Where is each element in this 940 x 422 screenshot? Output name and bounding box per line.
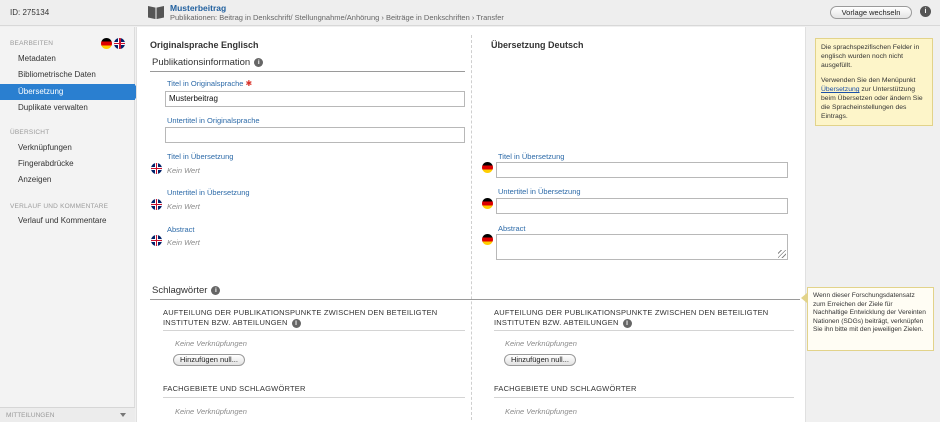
record-id: ID: 275134 xyxy=(10,8,50,17)
chevron-down-icon xyxy=(120,413,126,417)
allocation-heading-line2-text: INSTITUTEN BZW. ABTEILUNGEN xyxy=(163,318,288,327)
subtitle-translation-no-value: Kein Wert xyxy=(167,202,200,211)
sidebar-item-manage-duplicates[interactable]: Duplikate verwalten xyxy=(0,100,135,116)
abstract-translation-textarea[interactable] xyxy=(496,234,788,260)
sidebar-item-translation[interactable]: Übersetzung xyxy=(0,84,142,100)
right-column-title: Übersetzung Deutsch xyxy=(491,40,584,50)
add-allocation-button-right[interactable]: Hinzufügen null... xyxy=(504,354,576,366)
abstract-no-value: Kein Wert xyxy=(167,238,200,247)
sidebar: BEARBEITEN Metadaten Bibliometrische Dat… xyxy=(0,27,142,422)
messages-label: MITTEILUNGEN xyxy=(6,412,55,419)
title-translation-no-value: Kein Wert xyxy=(167,166,200,175)
resize-handle-icon[interactable] xyxy=(778,250,786,258)
sidebar-heading-overview: ÜBERSICHT xyxy=(10,129,50,136)
de-flag-icon xyxy=(482,234,493,245)
section-divider xyxy=(150,299,800,300)
book-icon xyxy=(147,4,165,20)
allocation-no-links-left: Keine Verknüpfungen xyxy=(175,339,247,348)
subtitle-translation-label-left: Untertitel in Übersetzung xyxy=(167,188,250,197)
info-icon[interactable]: i xyxy=(211,285,221,295)
subtitle-translation-label-right: Untertitel in Übersetzung xyxy=(498,187,581,196)
sidebar-item-history-comments[interactable]: Verlauf und Kommentare xyxy=(0,213,135,229)
info-icon[interactable]: i xyxy=(920,6,931,17)
title-original-label: Titel in Originalsprache ✱ xyxy=(167,79,252,88)
fields-no-links-left: Keine Verknüpfungen xyxy=(175,407,247,416)
abstract-label-right: Abstract xyxy=(498,224,526,233)
section-divider xyxy=(150,71,465,72)
translation-help-note: Die sprachspezifischen Felder in englisc… xyxy=(815,38,933,126)
title-translation-input[interactable] xyxy=(496,162,788,178)
allocation-heading-left: AUFTEILUNG DER PUBLIKATIONSPUNKTE ZWISCH… xyxy=(163,308,437,328)
subtitle-original-label: Untertitel in Originalsprache xyxy=(167,116,260,125)
section-title-publication-info: Publikationsinformation i xyxy=(152,57,264,68)
sdg-help-note: Wenn dieser Forschungsdatensatz zum Erre… xyxy=(807,287,934,351)
info-icon[interactable]: i xyxy=(254,57,264,67)
allocation-heading-line2: INSTITUTEN BZW. ABTEILUNGEN i xyxy=(163,318,437,328)
title-translation-label-right: Titel in Übersetzung xyxy=(498,152,565,161)
uk-flag-icon xyxy=(151,235,162,246)
translation-form: Originalsprache Englisch Übersetzung Deu… xyxy=(136,27,806,422)
help-note-text: Die sprachspezifischen Felder in englisc… xyxy=(821,44,920,69)
column-divider xyxy=(471,35,472,422)
de-flag-icon[interactable] xyxy=(101,38,112,49)
sidebar-item-bibliometric-data[interactable]: Bibliometrische Daten xyxy=(0,67,135,83)
translation-help-link[interactable]: Übersetzung xyxy=(821,86,860,93)
uk-flag-icon[interactable] xyxy=(114,38,126,49)
title-original-label-text: Titel in Originalsprache xyxy=(167,79,244,88)
sidebar-heading-edit: BEARBEITEN xyxy=(10,40,54,47)
change-template-button[interactable]: Vorlage wechseln xyxy=(830,6,912,19)
record-title: Musterbeitrag xyxy=(170,3,227,13)
language-flags xyxy=(101,38,126,49)
required-asterisk-icon: ✱ xyxy=(245,79,253,88)
sidebar-heading-history: VERLAUF UND KOMMENTARE xyxy=(10,203,109,210)
left-column-title: Originalsprache Englisch xyxy=(150,40,259,50)
info-icon[interactable]: i xyxy=(291,318,301,328)
messages-panel-toggle[interactable]: MITTEILUNGEN xyxy=(0,407,135,422)
fields-keywords-heading-left: FACHGEBIETE UND SCHLAGWÖRTER xyxy=(163,384,306,393)
subtitle-translation-input[interactable] xyxy=(496,198,788,214)
allocation-heading-line2: INSTITUTEN BZW. ABTEILUNGEN i xyxy=(494,318,768,328)
sidebar-item-links[interactable]: Verknüpfungen xyxy=(0,140,135,156)
help-note-text: Verwenden Sie den Menüpunkt Übersetzung … xyxy=(821,76,927,121)
allocation-heading-line1: AUFTEILUNG DER PUBLIKATIONSPUNKTE ZWISCH… xyxy=(163,308,438,317)
fields-no-links-right: Keine Verknüpfungen xyxy=(505,407,577,416)
sidebar-item-fingerprints[interactable]: Fingerabdrücke xyxy=(0,156,135,172)
help-text-before: Verwenden Sie den Menüpunkt xyxy=(821,77,916,84)
subsection-divider xyxy=(494,330,794,331)
add-allocation-button-left[interactable]: Hinzufügen null... xyxy=(173,354,245,366)
title-original-input[interactable]: Musterbeitrag xyxy=(165,91,465,107)
allocation-no-links-right: Keine Verknüpfungen xyxy=(505,339,577,348)
allocation-heading-line1: AUFTEILUNG DER PUBLIKATIONSPUNKTE ZWISCH… xyxy=(494,308,769,317)
abstract-label-left: Abstract xyxy=(167,225,195,234)
de-flag-icon xyxy=(482,198,493,209)
uk-flag-icon xyxy=(151,163,162,174)
subtitle-original-input[interactable] xyxy=(165,127,465,143)
section-title-text: Publikationsinformation xyxy=(152,57,251,68)
allocation-heading-line2-text: INSTITUTEN BZW. ABTEILUNGEN xyxy=(494,318,619,327)
section-title-keywords: Schlagwörter i xyxy=(152,285,221,296)
de-flag-icon xyxy=(482,162,493,173)
info-icon[interactable]: i xyxy=(622,318,632,328)
allocation-heading-right: AUFTEILUNG DER PUBLIKATIONSPUNKTE ZWISCH… xyxy=(494,308,768,328)
title-translation-label-left: Titel in Übersetzung xyxy=(167,152,234,161)
top-bar: ID: 275134 Musterbeitrag Publikationen: … xyxy=(0,0,940,26)
subsection-divider xyxy=(163,330,465,331)
uk-flag-icon xyxy=(151,199,162,210)
fields-keywords-heading-right: FACHGEBIETE UND SCHLAGWÖRTER xyxy=(494,384,637,393)
section-title-text: Schlagwörter xyxy=(152,285,208,296)
sidebar-item-display[interactable]: Anzeigen xyxy=(0,172,135,188)
subsection-divider xyxy=(494,397,794,398)
sidebar-item-metadata[interactable]: Metadaten xyxy=(0,51,135,67)
subsection-divider xyxy=(163,397,465,398)
breadcrumb: Publikationen: Beitrag in Denkschrift/ S… xyxy=(170,13,504,22)
